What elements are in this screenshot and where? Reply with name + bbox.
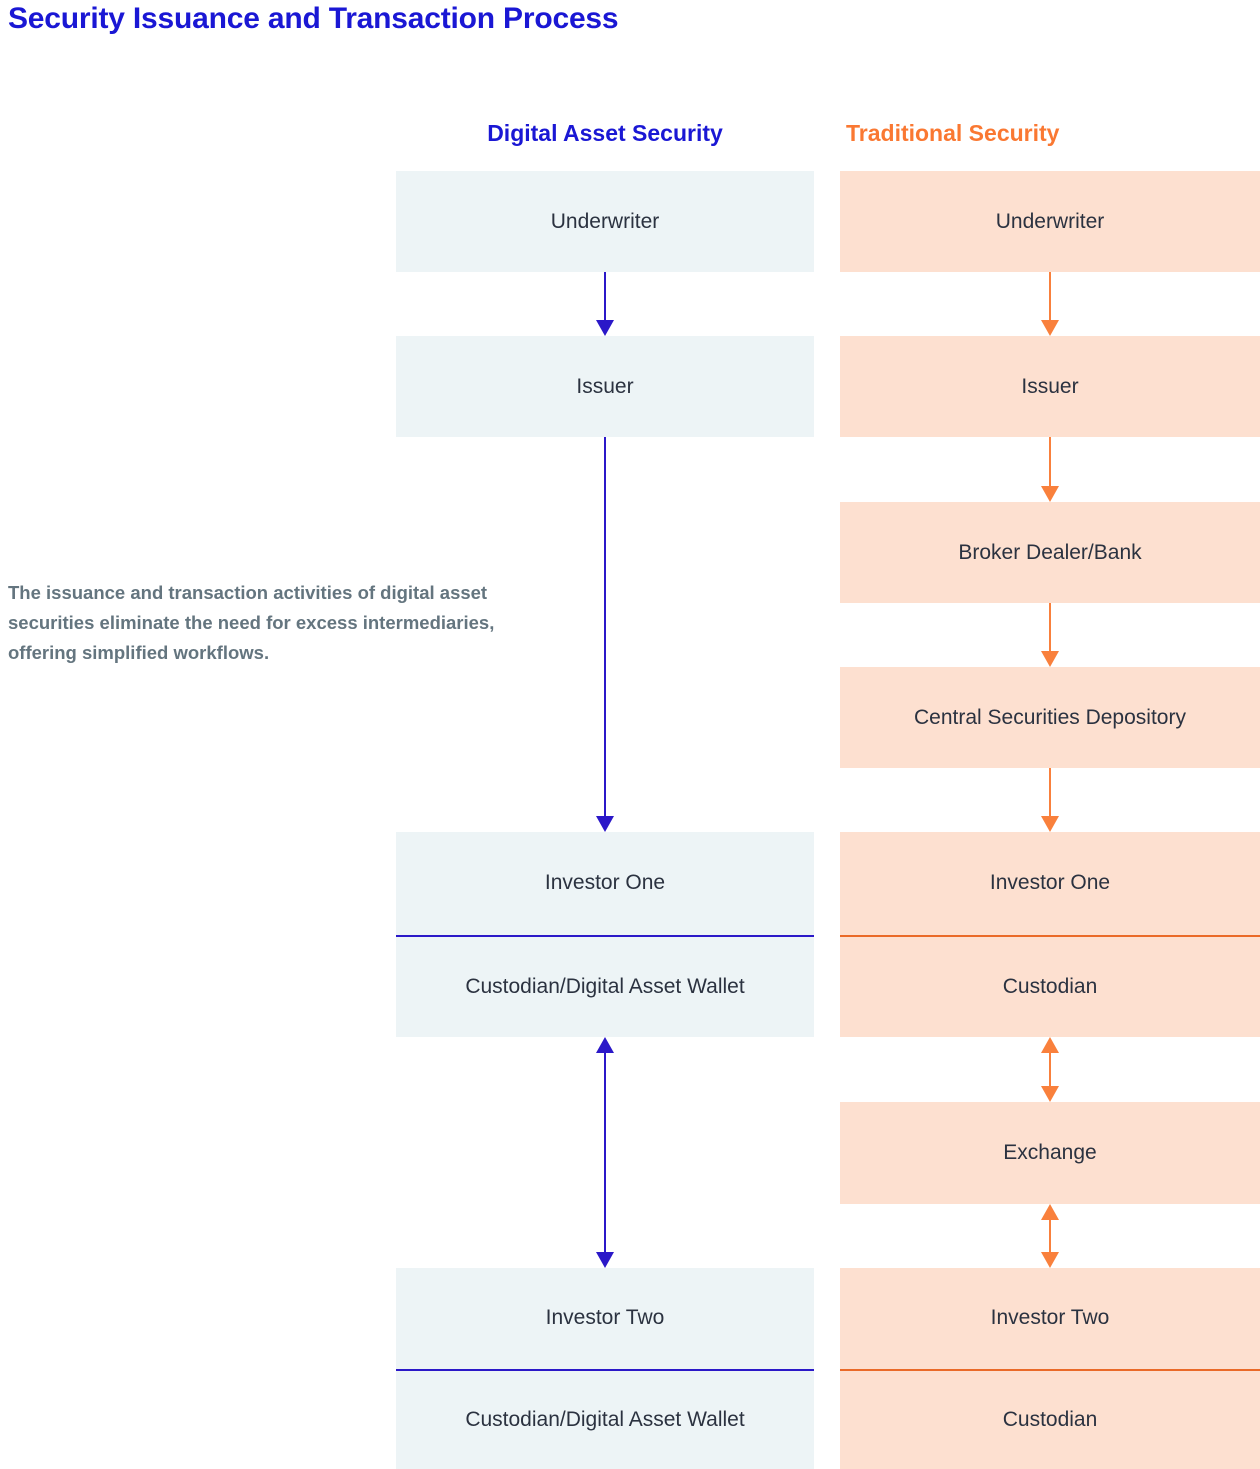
- node-digital-issuer[interactable]: Issuer: [396, 336, 814, 437]
- node-label: Exchange: [1003, 1141, 1097, 1164]
- connector-traditional-csd-to-investor-one: [1032, 768, 1068, 832]
- connector-traditional-custodian-to-exchange: [1032, 1037, 1068, 1102]
- connector-traditional-broker-dealer-to-csd: [1032, 603, 1068, 667]
- node-digital-underwriter[interactable]: Underwriter: [396, 171, 814, 272]
- page-title: Security Issuance and Transaction Proces…: [8, 2, 619, 35]
- node-traditional-issuer[interactable]: Issuer: [840, 336, 1260, 437]
- node-label-custodian-two: Custodian: [840, 1368, 1260, 1469]
- node-label: Underwriter: [995, 209, 1105, 233]
- connector-traditional-issuer-to-broker-dealer: [1032, 437, 1068, 502]
- node-label-investor-one: Investor One: [989, 871, 1111, 895]
- node-traditional-broker-dealer-bank[interactable]: Broker Dealer/Bank: [840, 502, 1260, 603]
- connector-digital-custodian-to-investor-two: [587, 1037, 623, 1268]
- connector-digital-issuer-to-investor-one: [587, 437, 623, 832]
- column-header-traditional-security: Traditional Security: [846, 120, 1060, 146]
- node-label-custodian-wallet-one: Custodian/Digital Asset Wallet: [396, 934, 814, 1038]
- node-label-custodian-one: Custodian: [840, 934, 1260, 1038]
- node-label: Underwriter: [550, 209, 660, 233]
- node-label-investor-one: Investor One: [544, 871, 666, 895]
- connector-traditional-exchange-to-investor-two: [1032, 1204, 1068, 1268]
- node-digital-investor-one[interactable]: Investor One Custodian/Digital Asset Wal…: [396, 832, 814, 1037]
- node-traditional-investor-two[interactable]: Investor Two Custodian: [840, 1268, 1260, 1469]
- node-label: Issuer: [576, 374, 634, 398]
- node-label: Broker Dealer/Bank: [958, 540, 1142, 564]
- column-header-digital-asset-security: Digital Asset Security: [487, 120, 723, 146]
- connector-digital-underwriter-to-issuer: [587, 272, 623, 336]
- node-traditional-underwriter[interactable]: Underwriter: [840, 171, 1260, 272]
- node-digital-investor-two[interactable]: Investor Two Custodian/Digital Asset Wal…: [396, 1268, 814, 1469]
- node-label: Issuer: [1021, 374, 1079, 398]
- node-label: Central Securities Depository: [914, 705, 1186, 729]
- node-traditional-investor-one[interactable]: Investor One Custodian: [840, 832, 1260, 1037]
- side-note-text: The issuance and transaction activities …: [8, 582, 495, 663]
- node-label-custodian-wallet-two: Custodian/Digital Asset Wallet: [396, 1368, 814, 1469]
- node-traditional-central-securities-depository[interactable]: Central Securities Depository: [840, 667, 1260, 768]
- node-label-investor-two: Investor Two: [545, 1306, 665, 1330]
- connector-traditional-underwriter-to-issuer: [1032, 272, 1068, 336]
- diagram-canvas: Security Issuance and Transaction Proces…: [0, 0, 1260, 1469]
- node-label-investor-two: Investor Two: [990, 1306, 1110, 1330]
- node-traditional-exchange[interactable]: Exchange: [840, 1102, 1260, 1204]
